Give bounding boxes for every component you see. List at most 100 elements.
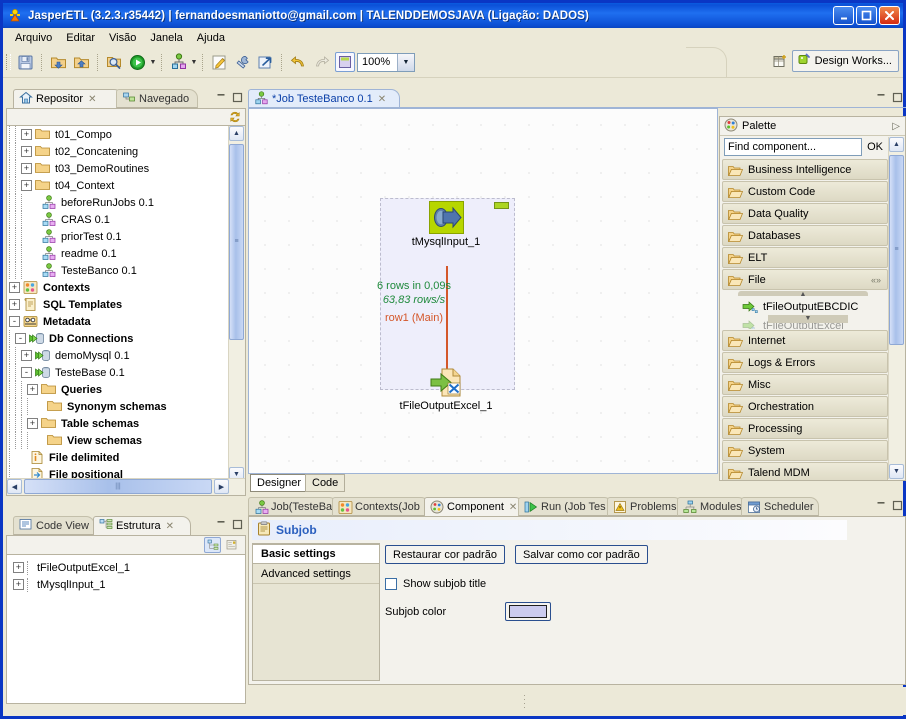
tree-item[interactable]: beforeRunJobs 0.1 (7, 194, 229, 211)
bottom-tab-contexts-job[interactable]: Contexts(Job (332, 497, 430, 516)
menu-arquivo[interactable]: Arquivo (8, 30, 59, 46)
tree-item[interactable]: + t01_Compo (7, 126, 229, 143)
scroll-up-icon[interactable]: ▲ (889, 137, 904, 152)
hierarchy-icon[interactable] (204, 537, 221, 553)
tab-code-view[interactable]: Code View (13, 516, 95, 535)
palette-vscroll-thumb[interactable]: ≡ (889, 155, 904, 345)
bottom-tab-modules[interactable]: Modules (677, 497, 747, 516)
wrench-icon[interactable] (232, 52, 253, 73)
job-canvas[interactable]: tMysqlInput_1 6 rows in 0,09s 63,83 rows… (248, 108, 718, 474)
play-green-icon[interactable] (127, 52, 148, 73)
import-folder-icon[interactable] (48, 52, 69, 73)
palette-category-logs-errors[interactable]: Logs & Errors (722, 352, 888, 373)
toolbar-grip[interactable] (6, 54, 11, 70)
tree-item[interactable]: + demoMysql 0.1 (7, 347, 229, 364)
palette-category-processing[interactable]: Processing (722, 418, 888, 439)
palette-category-databases[interactable]: Databases (722, 225, 888, 246)
minimize-icon[interactable] (215, 91, 227, 103)
repository-tree[interactable]: + t01_Compo + t02_Concatening + t03_DemoRouti… (6, 125, 246, 496)
tree-item[interactable]: + t02_Concatening (7, 143, 229, 160)
minimize-icon[interactable] (875, 91, 887, 103)
save-default-color-button[interactable]: Salvar como cor padrão (514, 545, 648, 564)
tree-item[interactable]: priorTest 0.1 (7, 228, 229, 245)
tree-expander-icon[interactable]: + (21, 163, 32, 174)
maximize-icon[interactable] (231, 91, 243, 103)
close-icon[interactable]: ✕ (166, 521, 174, 532)
palette-section-collapse-icon[interactable]: «» (871, 275, 881, 285)
maximize-icon[interactable] (891, 499, 903, 511)
job-node-icon[interactable] (168, 52, 189, 73)
menu-editar[interactable]: Editar (59, 30, 102, 46)
tree-expander-icon[interactable]: + (21, 180, 32, 191)
tree-expander-icon[interactable]: - (15, 333, 26, 344)
flat-view-icon[interactable] (223, 537, 240, 553)
scroll-right-icon[interactable]: ▶ (214, 479, 229, 494)
tree-expander-icon[interactable]: + (27, 418, 38, 429)
repository-tree-vscrollbar[interactable]: ▲ ≡ ▼ (228, 126, 245, 482)
hscroll-thumb[interactable]: ||| (24, 479, 212, 494)
maximize-icon[interactable] (891, 91, 903, 103)
tab-code[interactable]: Code (305, 474, 346, 492)
tree-expander-icon[interactable]: + (13, 562, 24, 573)
scroll-up-icon[interactable]: ▲ (229, 126, 244, 141)
pencil-icon[interactable] (209, 52, 230, 73)
tree-expander-icon[interactable]: + (21, 146, 32, 157)
outline-item[interactable]: + tMysqlInput_1 (7, 576, 245, 593)
minimize-button[interactable] (833, 6, 854, 25)
tab-job-testebanco[interactable]: *Job TesteBanco 0.1 ✕ (248, 89, 400, 108)
tab-navegador[interactable]: Navegado (116, 89, 198, 108)
show-subjob-title-checkbox[interactable] (385, 578, 397, 590)
tree-item[interactable]: readme 0.1 (7, 245, 229, 262)
minimize-icon[interactable] (875, 499, 887, 511)
tree-item[interactable]: + SQL Templates (7, 296, 229, 313)
tree-item[interactable]: + t04_Context (7, 177, 229, 194)
redo-arrow-icon[interactable] (311, 52, 332, 73)
tree-expander-icon[interactable]: + (21, 129, 32, 140)
tree-item[interactable]: Synonym schemas (7, 398, 229, 415)
tree-item[interactable]: + Table schemas (7, 415, 229, 432)
palette-category-custom-code[interactable]: Custom Code (722, 181, 888, 202)
minimize-icon[interactable] (215, 518, 227, 530)
tree-item[interactable]: TesteBanco 0.1 (7, 262, 229, 279)
palette-category-business-intelligence[interactable]: Business Intelligence (722, 159, 888, 180)
new-view-icon[interactable] (770, 51, 791, 72)
tree-item[interactable]: - Db Connections (7, 330, 229, 347)
vtab-basic-settings[interactable]: Basic settings (253, 544, 379, 564)
close-button[interactable] (879, 6, 900, 25)
chevron-down-icon[interactable]: ▼ (397, 53, 414, 71)
palette-category-talend-mdm[interactable]: Talend MDM (722, 462, 888, 480)
tree-item[interactable]: - Metadata (7, 313, 229, 330)
vscroll-thumb[interactable]: ≡ (229, 144, 244, 340)
tree-item[interactable]: CRAS 0.1 (7, 211, 229, 228)
export-arrow-icon[interactable] (255, 52, 276, 73)
resize-grip-icon[interactable]: · · · · (523, 691, 526, 712)
run-dropdown-arrow-icon[interactable]: ▼ (149, 52, 157, 72)
zoom-combo[interactable]: 100% ▼ (357, 52, 415, 72)
bottom-tab-job-testeba[interactable]: Job(TesteBa (248, 497, 338, 516)
magnifier-folder-icon[interactable] (104, 52, 125, 73)
tree-expander-icon[interactable]: - (9, 316, 20, 327)
vtab-advanced-settings[interactable]: Advanced settings (253, 564, 379, 584)
scroll-down-icon[interactable]: ▼ (889, 464, 904, 479)
bottom-tab-component[interactable]: Component ✕ (424, 497, 524, 516)
save-button[interactable] (15, 52, 36, 73)
palette-category-system[interactable]: System (722, 440, 888, 461)
bottom-tab-scheduler[interactable]: Scheduler (741, 497, 819, 516)
scroll-left-icon[interactable]: ◀ (7, 479, 22, 494)
close-icon[interactable]: ✕ (378, 94, 386, 105)
new-dropdown-arrow-icon[interactable]: ▼ (190, 52, 198, 72)
maximize-icon[interactable] (231, 518, 243, 530)
close-icon[interactable]: ✕ (88, 94, 96, 105)
menu-ajuda[interactable]: Ajuda (190, 30, 232, 46)
tree-item[interactable]: + Queries (7, 381, 229, 398)
zoom-icon[interactable] (335, 52, 355, 72)
subjob-color-swatch[interactable] (505, 602, 551, 621)
menu-visao[interactable]: Visão (102, 30, 143, 46)
palette-category-elt[interactable]: ELT (722, 247, 888, 268)
tree-expander-icon[interactable]: - (21, 367, 32, 378)
outline-tree[interactable]: + tFileOutputExcel_1 + tMysqlInput_1 (6, 554, 246, 704)
perspective-button[interactable]: Design Works... (791, 50, 899, 72)
palette-component-item[interactable]: tFileOutputEBCDIC (720, 296, 890, 317)
tree-item[interactable]: + Contexts (7, 279, 229, 296)
maximize-button[interactable] (856, 6, 877, 25)
